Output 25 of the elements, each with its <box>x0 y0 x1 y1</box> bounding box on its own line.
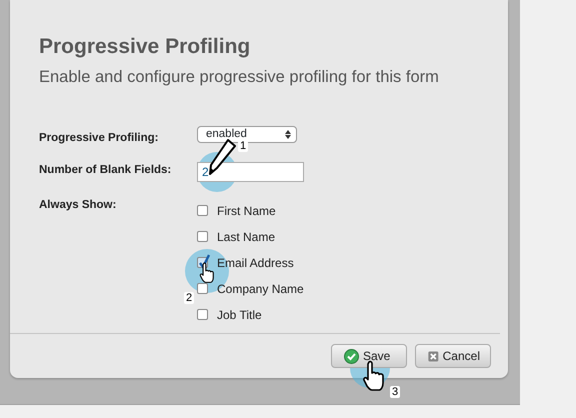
step-number: 3 <box>390 386 400 398</box>
checkbox[interactable] <box>197 231 208 242</box>
check-circle-icon <box>344 348 359 364</box>
checkbox[interactable] <box>197 283 208 294</box>
close-icon <box>428 348 439 364</box>
field-label: Always Show: <box>39 198 118 213</box>
save-button[interactable]: Save <box>331 344 407 368</box>
option-label: Last Name <box>217 228 276 246</box>
hand-cursor-icon <box>362 360 386 392</box>
step-number: 2 <box>184 292 194 304</box>
dialog-subtitle: Enable and configure progressive profiling for this form <box>39 67 440 88</box>
option-label: Email Address <box>217 254 294 272</box>
hand-cursor-icon <box>199 262 216 284</box>
field-label: Progressive Profiling: <box>39 131 160 146</box>
checkbox[interactable] <box>197 205 208 216</box>
option-label: Company Name <box>217 280 304 298</box>
dialog-title: Progressive Profiling <box>39 34 252 60</box>
option-label: First Name <box>217 202 276 220</box>
checkbox[interactable] <box>197 309 208 320</box>
cancel-button[interactable]: Cancel <box>415 344 491 368</box>
updown-icon <box>285 130 291 139</box>
pencil-cursor-icon <box>206 138 236 176</box>
field-label: Number of Blank Fields: <box>39 163 172 178</box>
step-number: 1 <box>238 140 248 152</box>
option-label: Job Title <box>217 306 262 324</box>
